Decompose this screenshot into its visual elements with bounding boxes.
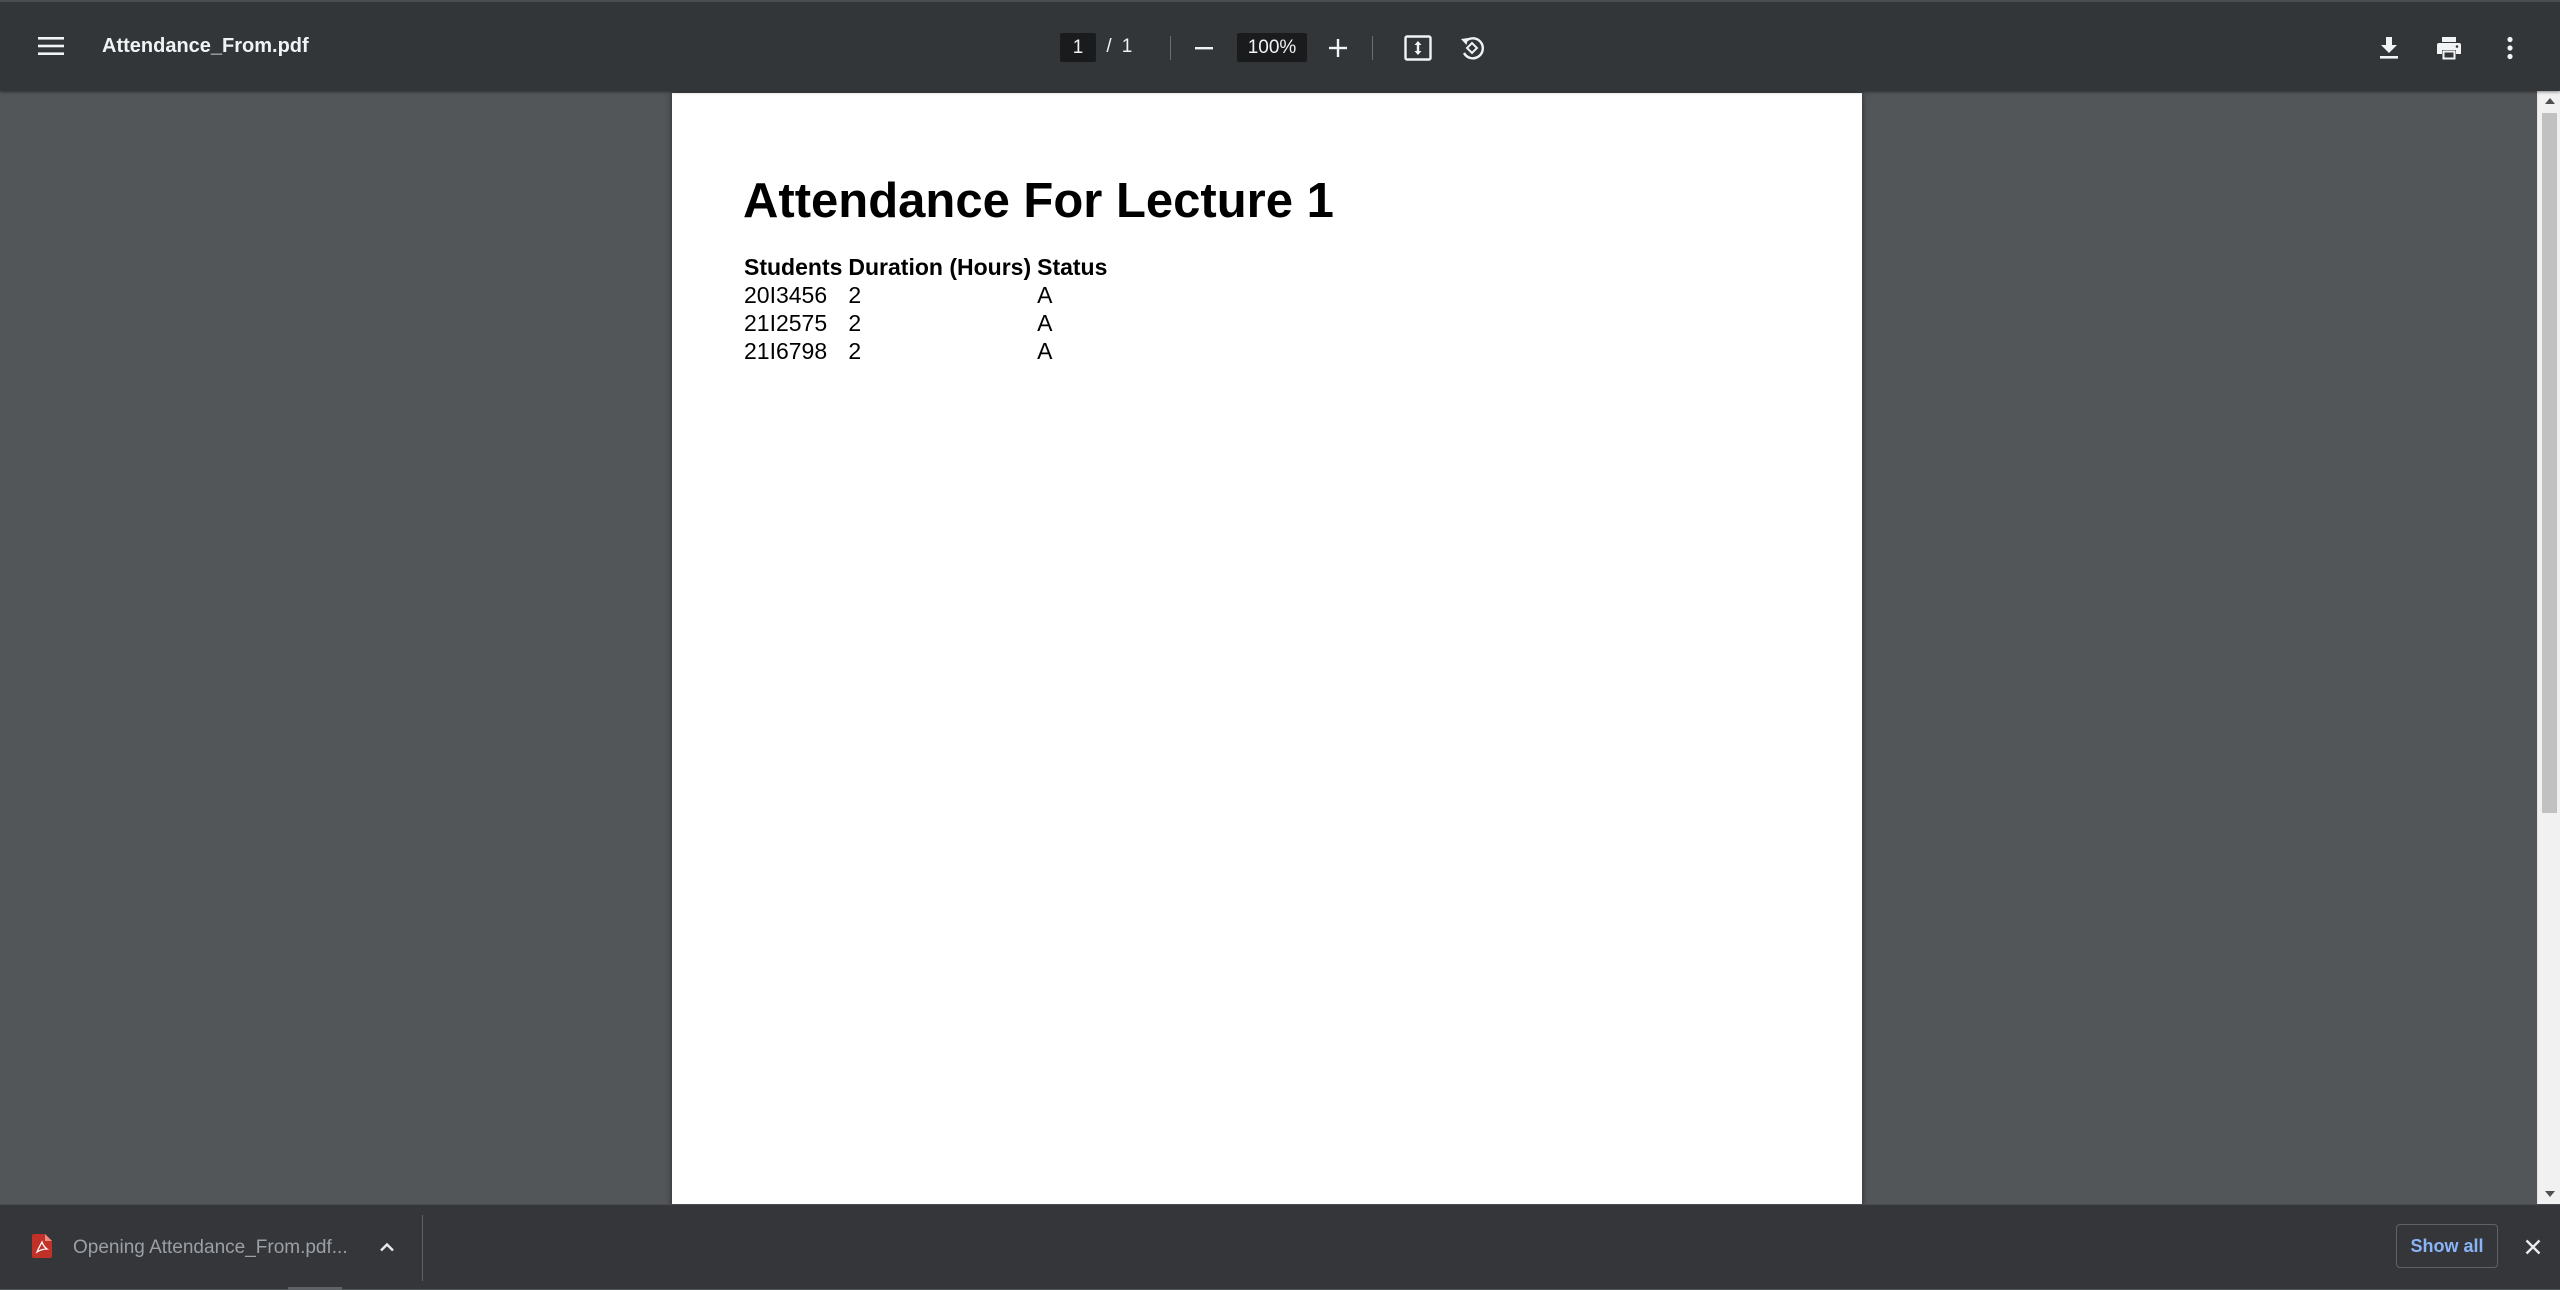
printer-icon (2437, 37, 2461, 60)
table-row: 21I6798 2 A (744, 337, 1110, 365)
duration-cell: 2 (848, 310, 862, 336)
document-title: Attendance_From.pdf (102, 35, 309, 57)
scroll-up-arrow[interactable] (2538, 91, 2560, 111)
column-header: Students (744, 254, 843, 280)
download-shelf: Opening Attendance_From.pdf... Show all (0, 1204, 2560, 1290)
page-number-input[interactable] (1060, 33, 1096, 62)
zoom-in-button[interactable] (1310, 20, 1366, 76)
download-button[interactable] (2361, 20, 2417, 76)
status-cell: A (1037, 282, 1053, 308)
download-item-label: Opening Attendance_From.pdf... (73, 1237, 348, 1258)
scrollbar-thumb[interactable] (2542, 113, 2557, 813)
pdf-file-icon (32, 1234, 52, 1258)
toolbar-divider (1170, 36, 1171, 60)
pdf-viewer[interactable]: Attendance For Lecture 1 Students Durati… (0, 91, 2560, 1204)
table-row: 21I2575 2 A (744, 309, 1110, 337)
download-options-button[interactable] (371, 1231, 403, 1263)
column-header: Duration (Hours) (848, 254, 1032, 280)
attendance-table: Students Duration (Hours) Status 20I3456… (744, 253, 1110, 365)
print-button[interactable] (2421, 20, 2477, 76)
zoom-out-button[interactable] (1176, 20, 1232, 76)
vertical-scrollbar[interactable] (2537, 91, 2560, 1204)
pdf-toolbar: Attendance_From.pdf / 1 (0, 0, 2560, 91)
zoom-level-input[interactable] (1237, 33, 1307, 62)
duration-cell: 2 (848, 338, 862, 364)
student-id-cell: 21I6798 (744, 338, 828, 364)
download-item[interactable]: Opening Attendance_From.pdf... (14, 1217, 418, 1277)
scroll-down-arrow[interactable] (2538, 1184, 2560, 1204)
more-vertical-icon (2507, 36, 2513, 60)
status-cell: A (1037, 338, 1053, 364)
student-id-cell: 20I3456 (744, 282, 828, 308)
table-header-row: Students Duration (Hours) Status (744, 253, 1110, 281)
show-all-button[interactable]: Show all (2396, 1224, 2498, 1268)
close-shelf-button[interactable] (2519, 1233, 2547, 1261)
toolbar-divider (1372, 36, 1373, 60)
triangle-down-icon (2544, 1191, 2555, 1197)
rotate-counterclockwise-button[interactable] (1444, 20, 1500, 76)
status-cell: A (1037, 310, 1053, 336)
triangle-up-icon (2544, 98, 2555, 104)
duration-cell: 2 (848, 282, 862, 308)
minus-icon (1195, 47, 1213, 50)
page-separator: / (1106, 36, 1112, 57)
fit-page-icon (1404, 35, 1432, 61)
more-actions-button[interactable] (2482, 20, 2538, 76)
pdf-page: Attendance For Lecture 1 Students Durati… (672, 93, 1862, 1204)
download-icon (2380, 37, 2398, 59)
rotate-icon (1461, 37, 1485, 60)
menu-button[interactable] (23, 18, 79, 74)
page-total: 1 (1121, 36, 1133, 57)
chevron-up-icon (380, 1242, 394, 1252)
fit-to-page-button[interactable] (1390, 20, 1446, 76)
document-heading: Attendance For Lecture 1 (743, 174, 1334, 228)
shelf-divider (422, 1215, 423, 1281)
close-icon (2525, 1239, 2541, 1255)
plus-icon (1329, 39, 1347, 57)
hamburger-menu-icon (38, 37, 64, 55)
student-id-cell: 21I2575 (744, 310, 828, 336)
column-header: Status (1037, 254, 1108, 280)
table-row: 20I3456 2 A (744, 281, 1110, 309)
